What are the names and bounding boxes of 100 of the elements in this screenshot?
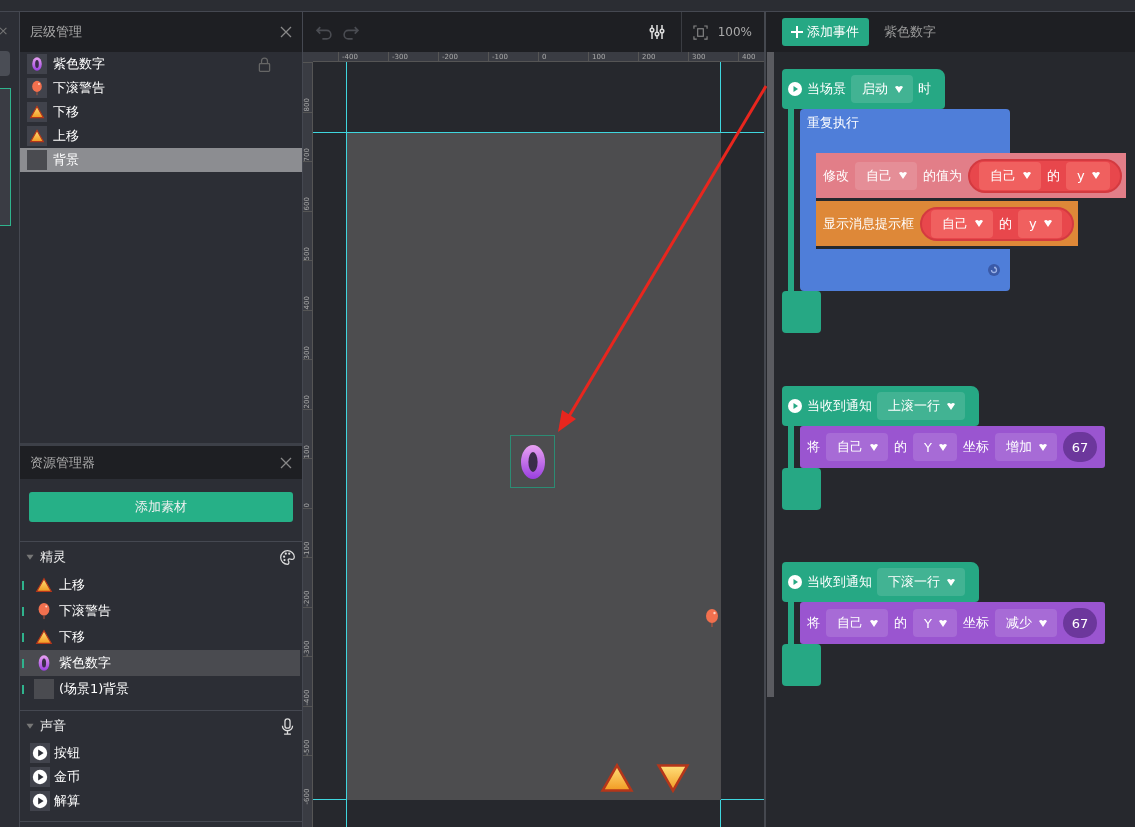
caret-icon xyxy=(946,577,956,587)
zoom-level: 100% xyxy=(717,25,752,39)
block-label: 当收到通知 xyxy=(807,397,872,415)
script-end-cap xyxy=(782,468,821,510)
dropdown[interactable]: 启动 xyxy=(851,75,913,103)
asset-item[interactable]: 按钮 xyxy=(20,741,300,765)
script-end-cap xyxy=(782,291,821,333)
set-block[interactable]: 修改 自己 的值为 自己 的 y xyxy=(816,153,1126,198)
panel-title: 层级管理 xyxy=(30,23,82,41)
reporter-block[interactable]: 自己 的 y xyxy=(968,158,1122,193)
block-label: 坐标 xyxy=(962,438,989,456)
number-input[interactable]: 67 xyxy=(1062,432,1097,462)
item-marker xyxy=(22,606,24,616)
dropdown[interactable]: 上滚一行 xyxy=(877,392,965,420)
dropdown[interactable]: y xyxy=(1066,161,1110,190)
asset-item[interactable]: 下滚警告 xyxy=(20,598,300,624)
item-marker xyxy=(22,580,24,590)
triangle-icon xyxy=(29,104,45,120)
close-icon[interactable] xyxy=(280,456,292,469)
block-label: 将 xyxy=(807,614,820,632)
triangle-icon xyxy=(35,576,53,594)
dropdown[interactable]: 减少 xyxy=(994,609,1057,637)
script-end-cap xyxy=(782,644,821,686)
caret-icon xyxy=(898,171,908,180)
event-block[interactable]: 当场景 启动 时 xyxy=(782,69,945,109)
dropdown[interactable]: 自己 xyxy=(979,161,1041,190)
block-label: 的 xyxy=(894,614,907,632)
caret-icon xyxy=(937,442,948,452)
play-icon xyxy=(31,768,49,786)
block-label: 当场景 xyxy=(807,80,846,98)
message-block[interactable]: 显示消息提示框 自己 的 y xyxy=(816,201,1078,246)
layer-item[interactable]: 下移 xyxy=(20,100,302,124)
item-marker xyxy=(22,658,24,668)
section-title[interactable]: 声音 xyxy=(40,717,66,735)
add-asset-button[interactable]: 添加素材 xyxy=(29,492,293,522)
dropdown[interactable]: 自己 xyxy=(931,209,993,238)
dropdown[interactable]: 自己 xyxy=(855,161,917,190)
lock-icon[interactable] xyxy=(256,55,273,73)
play-icon xyxy=(788,82,802,96)
event-block[interactable]: 当收到通知 下滚一行 xyxy=(782,562,979,602)
close-icon[interactable] xyxy=(280,26,292,38)
caret-icon xyxy=(869,442,879,452)
dropdown[interactable]: 自己 xyxy=(826,433,888,461)
layer-item[interactable]: 上移 xyxy=(20,124,302,148)
asset-item[interactable]: (场景1)背景 xyxy=(20,676,300,702)
panel-title: 资源管理器 xyxy=(30,453,95,472)
number-input[interactable]: 67 xyxy=(1062,608,1097,638)
block-label: 的值为 xyxy=(923,166,962,185)
asset-item[interactable]: 解算 xyxy=(20,789,300,813)
caret-icon xyxy=(1042,219,1053,228)
sliders-icon[interactable] xyxy=(648,24,665,40)
play-icon xyxy=(31,744,49,762)
block-label: 修改 xyxy=(823,166,849,185)
dropdown[interactable]: Y xyxy=(913,609,957,637)
play-icon xyxy=(788,575,802,589)
move-block[interactable]: 将 自己 的 Y 坐标 减少 67 xyxy=(800,602,1105,644)
caret-icon xyxy=(1037,618,1048,628)
plus-icon xyxy=(791,26,803,38)
caret-icon xyxy=(894,84,904,94)
caret-icon xyxy=(946,401,956,411)
block-label: 的 xyxy=(1047,166,1060,185)
reporter-block[interactable]: 自己 的 y xyxy=(920,206,1074,241)
scrollbar[interactable] xyxy=(767,52,774,697)
dropdown[interactable]: 下滚一行 xyxy=(877,568,965,596)
digit-sprite-icon xyxy=(29,56,45,72)
block-label: 显示消息提示框 xyxy=(823,214,914,233)
layer-item[interactable]: 下滚警告 xyxy=(20,76,302,100)
repeat-block[interactable]: 重复执行 xyxy=(800,109,1010,153)
loop-icon xyxy=(988,264,1000,276)
fit-screen-icon[interactable] xyxy=(692,24,708,40)
caret-icon xyxy=(1022,171,1032,180)
asset-item[interactable]: 下移 xyxy=(20,624,300,650)
section-title[interactable]: 精灵 xyxy=(40,548,66,566)
play-icon xyxy=(788,399,802,413)
asset-item[interactable]: 紫色数字 xyxy=(20,650,300,676)
play-icon xyxy=(31,792,49,810)
blank-thumbnail xyxy=(27,150,47,170)
triangle-icon xyxy=(29,128,45,144)
balloon-icon xyxy=(29,80,45,96)
move-block[interactable]: 将 自己 的 Y 坐标 增加 67 xyxy=(800,426,1105,468)
caret-icon xyxy=(974,219,984,228)
microphone-icon[interactable] xyxy=(279,717,296,735)
add-event-button[interactable]: 添加事件 xyxy=(782,18,869,46)
caret-icon xyxy=(1090,171,1101,180)
block-label: 当收到通知 xyxy=(807,573,872,591)
event-block[interactable]: 当收到通知 上滚一行 xyxy=(782,386,979,426)
block-label: 坐标 xyxy=(962,614,989,632)
asset-item[interactable]: 上移 xyxy=(20,572,300,598)
dropdown[interactable]: 增加 xyxy=(994,433,1057,461)
dropdown[interactable]: 自己 xyxy=(826,609,888,637)
palette-icon[interactable] xyxy=(279,548,296,566)
layer-item[interactable]: 紫色数字 xyxy=(20,52,302,76)
block-label: 时 xyxy=(918,80,931,98)
close-icon[interactable] xyxy=(0,26,8,36)
dropdown[interactable]: Y xyxy=(913,433,957,461)
asset-item[interactable]: 金币 xyxy=(20,765,300,789)
caret-icon xyxy=(937,618,948,628)
layer-item[interactable]: 背景 xyxy=(20,148,302,172)
dropdown[interactable]: y xyxy=(1018,209,1062,238)
item-marker xyxy=(22,684,24,694)
